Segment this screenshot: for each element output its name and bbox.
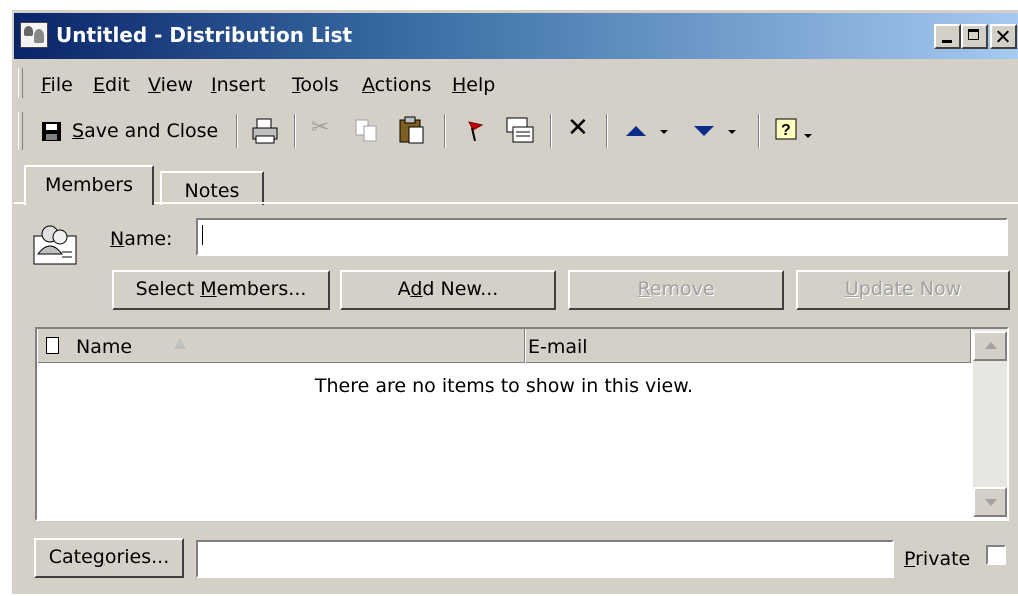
- categories-label-pre: Cate: [48, 546, 93, 568]
- save-icon: [42, 122, 61, 141]
- tab-members[interactable]: Members: [24, 165, 154, 205]
- remove-label: emove: [649, 278, 715, 300]
- update-now-accelerator: U: [844, 278, 859, 300]
- paste-icon: [399, 116, 424, 144]
- private-accelerator: P: [904, 548, 916, 570]
- remove-button[interactable]: Remove: [568, 270, 784, 310]
- previous-item-icon: [626, 126, 668, 136]
- column-header-email[interactable]: E-mail: [525, 329, 971, 363]
- menu-grip[interactable]: [18, 68, 23, 98]
- delete-button[interactable]: ✕: [560, 112, 596, 148]
- tab-notes[interactable]: Notes: [160, 171, 264, 205]
- text-caret: [202, 225, 203, 245]
- name-input[interactable]: [196, 218, 1008, 256]
- toolbar-separator: [444, 114, 446, 148]
- tab-strip: Members Notes: [14, 160, 1018, 205]
- print-icon: [252, 118, 278, 144]
- save-and-close-button[interactable]: Save and Close: [36, 112, 228, 148]
- print-button[interactable]: [246, 112, 286, 148]
- previous-item-button[interactable]: [618, 112, 682, 148]
- select-members-button[interactable]: Select Members...: [112, 270, 330, 310]
- toolbar-grip[interactable]: [18, 112, 23, 150]
- menu-edit[interactable]: Edit: [93, 74, 130, 96]
- categories-button[interactable]: Categories...: [34, 538, 184, 578]
- sort-ascending-icon: [174, 338, 186, 349]
- distribution-list-window: Untitled - Distribution List File Edit V…: [10, 8, 1018, 594]
- address-card-icon: [506, 117, 534, 143]
- column-header-name[interactable]: Name: [37, 329, 525, 363]
- categories-accelerator: g: [92, 546, 105, 568]
- categories-label-post: ories...: [104, 546, 170, 568]
- name-label-text: ame:: [124, 228, 173, 250]
- update-now-label: pdate Now: [858, 278, 962, 300]
- add-new-button[interactable]: Add New...: [340, 270, 556, 310]
- save-and-close-accelerator: S: [72, 120, 85, 142]
- window-title: Untitled - Distribution List: [56, 23, 353, 47]
- column-header-name-label: Name: [76, 336, 133, 358]
- tab-notes-label: Notes: [184, 180, 240, 202]
- select-members-label-pre: Select: [135, 278, 201, 300]
- empty-list-message: There are no items to show in this view.: [314, 375, 694, 397]
- menu-view[interactable]: View: [148, 74, 193, 96]
- private-checkbox[interactable]: [986, 545, 1006, 565]
- update-now-button[interactable]: Update Now: [796, 270, 1010, 310]
- tab-members-label: Members: [44, 174, 134, 196]
- next-item-icon: [694, 126, 736, 136]
- scroll-up-button[interactable]: [973, 331, 1007, 361]
- title-bar[interactable]: Untitled - Distribution List: [14, 13, 1018, 59]
- menu-tools[interactable]: Tools: [292, 74, 339, 96]
- toolbar-separator: [550, 114, 552, 148]
- scroll-down-button[interactable]: [973, 487, 1007, 517]
- menu-file[interactable]: File: [41, 74, 73, 96]
- menu-insert[interactable]: Insert: [211, 74, 266, 96]
- paste-button[interactable]: [392, 112, 432, 148]
- item-type-icon: [46, 337, 59, 354]
- remove-accelerator: R: [637, 278, 650, 300]
- private-label-text: rivate: [915, 548, 971, 570]
- toolbar-separator: [236, 114, 238, 148]
- svg-text:?: ?: [781, 122, 791, 139]
- menu-help[interactable]: Help: [452, 74, 495, 96]
- column-header-email-label: E-mail: [528, 336, 588, 358]
- toolbar-separator: [606, 114, 608, 148]
- add-new-label-pre: A: [397, 278, 411, 300]
- name-label: Name:: [110, 228, 172, 250]
- save-and-close-label: ave and Close: [84, 120, 219, 142]
- maximize-button[interactable]: [961, 24, 988, 49]
- cut-button[interactable]: ✂: [306, 112, 340, 148]
- add-new-accelerator: d: [410, 278, 423, 300]
- minimize-button[interactable]: [934, 24, 961, 49]
- address-book-button[interactable]: [500, 112, 540, 148]
- select-members-label-post: embers...: [216, 278, 307, 300]
- standard-toolbar: Save and Close ✂ ✕ ?: [14, 106, 1018, 156]
- follow-up-flag-button[interactable]: [456, 112, 492, 148]
- vertical-scrollbar[interactable]: [973, 329, 1007, 517]
- members-list[interactable]: Name E-mail There are no items to show i…: [35, 327, 1009, 521]
- private-label[interactable]: Private: [904, 548, 970, 570]
- menu-bar: File Edit View Insert Tools Actions Help: [14, 64, 1018, 102]
- distribution-list-contact-icon: [33, 225, 77, 265]
- toolbar-separator: [294, 114, 296, 148]
- copy-icon: [355, 119, 377, 142]
- toolbar-separator: [758, 114, 760, 148]
- copy-button[interactable]: [348, 112, 384, 148]
- menu-actions[interactable]: Actions: [362, 74, 431, 96]
- list-header: Name E-mail: [37, 329, 971, 363]
- delete-icon: ✕: [567, 113, 589, 143]
- name-label-accelerator: N: [110, 228, 125, 250]
- cut-icon: ✂: [311, 115, 330, 140]
- next-item-button[interactable]: [686, 112, 750, 148]
- flag-icon: [468, 121, 484, 142]
- close-button[interactable]: [990, 24, 1017, 49]
- help-icon: ?: [775, 118, 812, 140]
- add-new-label-post: d New...: [422, 278, 499, 300]
- categories-input[interactable]: [196, 540, 894, 578]
- distribution-list-icon: [20, 22, 48, 48]
- help-button[interactable]: ?: [768, 112, 826, 148]
- select-members-accelerator: M: [200, 278, 217, 300]
